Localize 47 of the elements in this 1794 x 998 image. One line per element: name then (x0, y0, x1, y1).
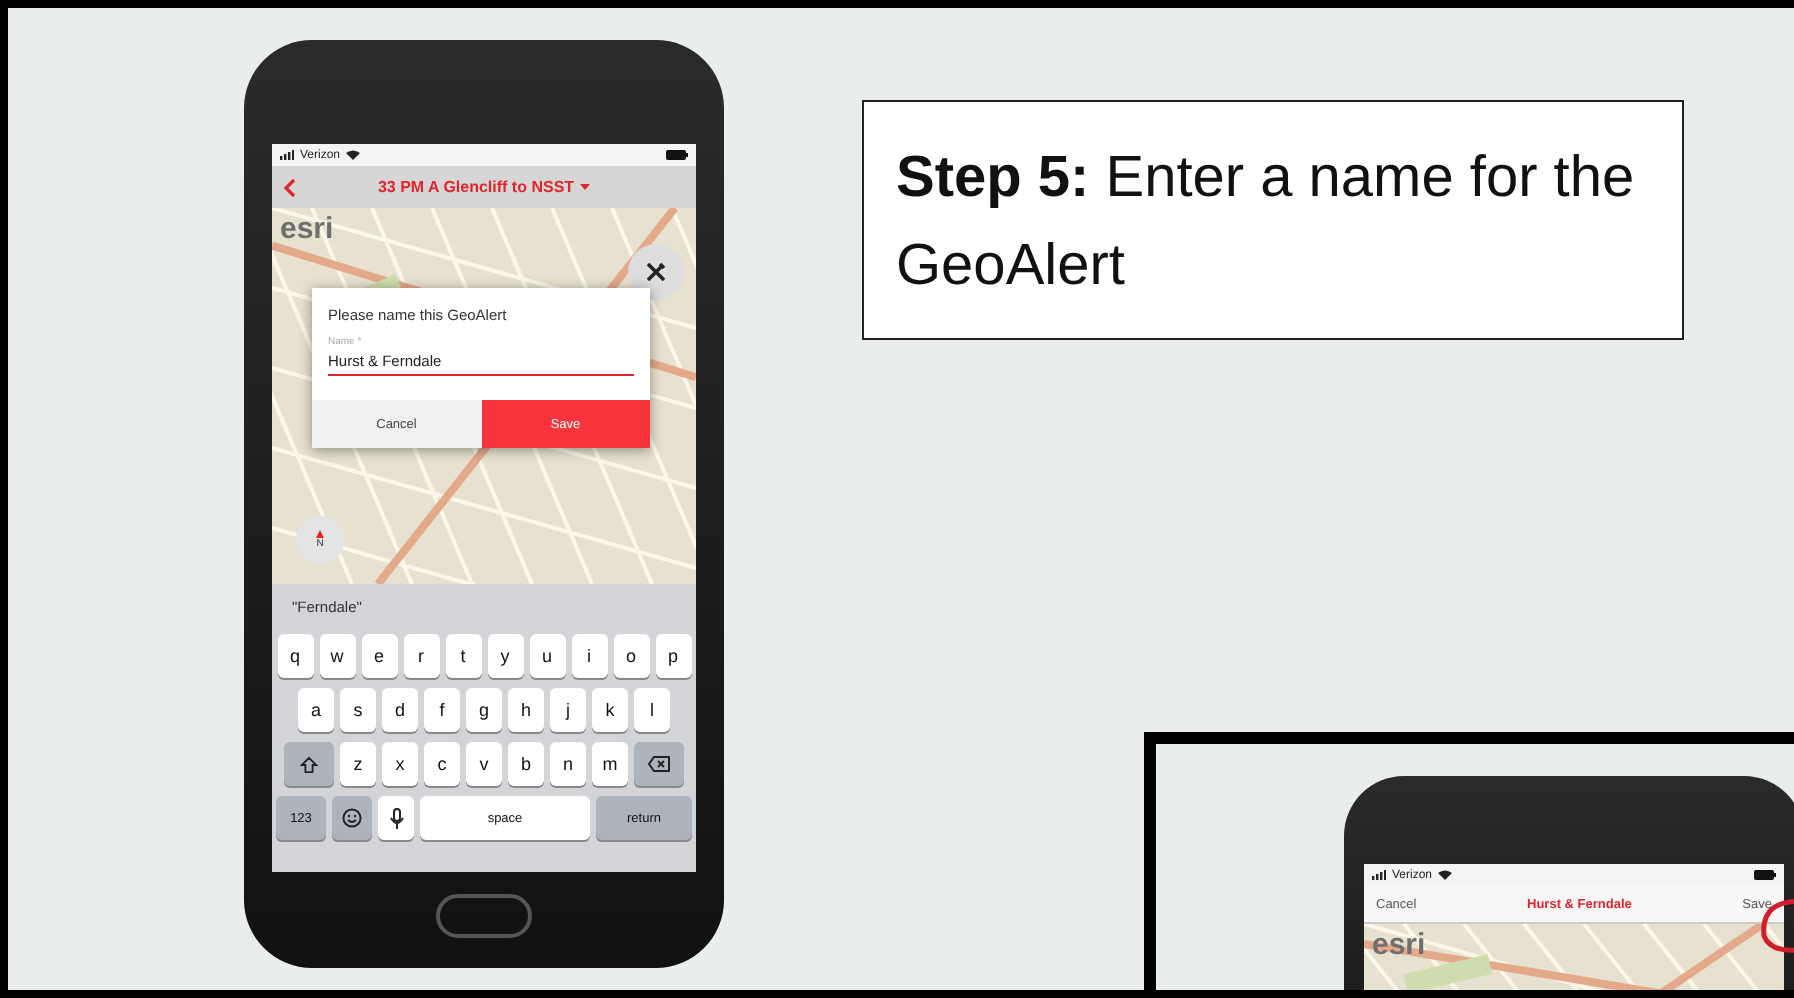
home-button[interactable] (436, 894, 532, 938)
signal-icon (280, 150, 294, 160)
battery-icon (666, 150, 688, 160)
keyboard-key[interactable]: r (403, 634, 439, 678)
wifi-icon (346, 150, 361, 160)
map-logo: esri (280, 212, 334, 246)
wifi-icon (1438, 870, 1453, 880)
microphone-icon (389, 807, 403, 829)
back-icon[interactable] (284, 177, 296, 197)
keyboard-key[interactable]: h (508, 688, 544, 732)
emoji-key[interactable] (332, 796, 372, 840)
backspace-icon (648, 756, 670, 772)
keyboard-key[interactable]: u (529, 634, 565, 678)
map-logo: esri (1372, 928, 1426, 962)
step-callout: Step 5: Enter a name for the GeoAlert (862, 100, 1684, 340)
keyboard-key[interactable]: q (277, 634, 313, 678)
keyboard-key[interactable]: t (445, 634, 481, 678)
delete-key[interactable] (634, 742, 684, 786)
keyboard-key[interactable]: j (550, 688, 586, 732)
keyboard-key[interactable]: x (382, 742, 418, 786)
keyboard-key[interactable]: z (340, 742, 376, 786)
signal-icon (1372, 870, 1386, 880)
keyboard-key[interactable]: a (298, 688, 334, 732)
keyboard-key[interactable]: v (466, 742, 502, 786)
keyboard-key[interactable]: f (424, 688, 460, 732)
keyboard-key[interactable]: s (340, 688, 376, 732)
keyboard-key[interactable]: m (592, 742, 628, 786)
keyboard-key[interactable]: l (634, 688, 670, 732)
dictation-key[interactable] (378, 796, 414, 840)
shift-key[interactable] (284, 742, 334, 786)
keyboard-key[interactable]: p (655, 634, 691, 678)
keyboard-key[interactable]: e (361, 634, 397, 678)
north-arrow-icon (316, 530, 324, 538)
keyboard-key[interactable]: k (592, 688, 628, 732)
emoji-icon (342, 808, 362, 828)
keyboard-key[interactable]: w (319, 634, 355, 678)
keyboard-key[interactable]: o (613, 634, 649, 678)
keyboard-key[interactable]: b (508, 742, 544, 786)
keyboard-key[interactable]: i (571, 634, 607, 678)
keyboard-key[interactable]: g (466, 688, 502, 732)
shift-icon (300, 755, 318, 773)
keyboard-key[interactable]: c (424, 742, 460, 786)
keyboard-key[interactable]: y (487, 634, 523, 678)
battery-icon (1754, 870, 1776, 880)
dropdown-caret-icon (580, 184, 591, 190)
keyboard-key[interactable]: n (550, 742, 586, 786)
keyboard-key[interactable]: d (382, 688, 418, 732)
